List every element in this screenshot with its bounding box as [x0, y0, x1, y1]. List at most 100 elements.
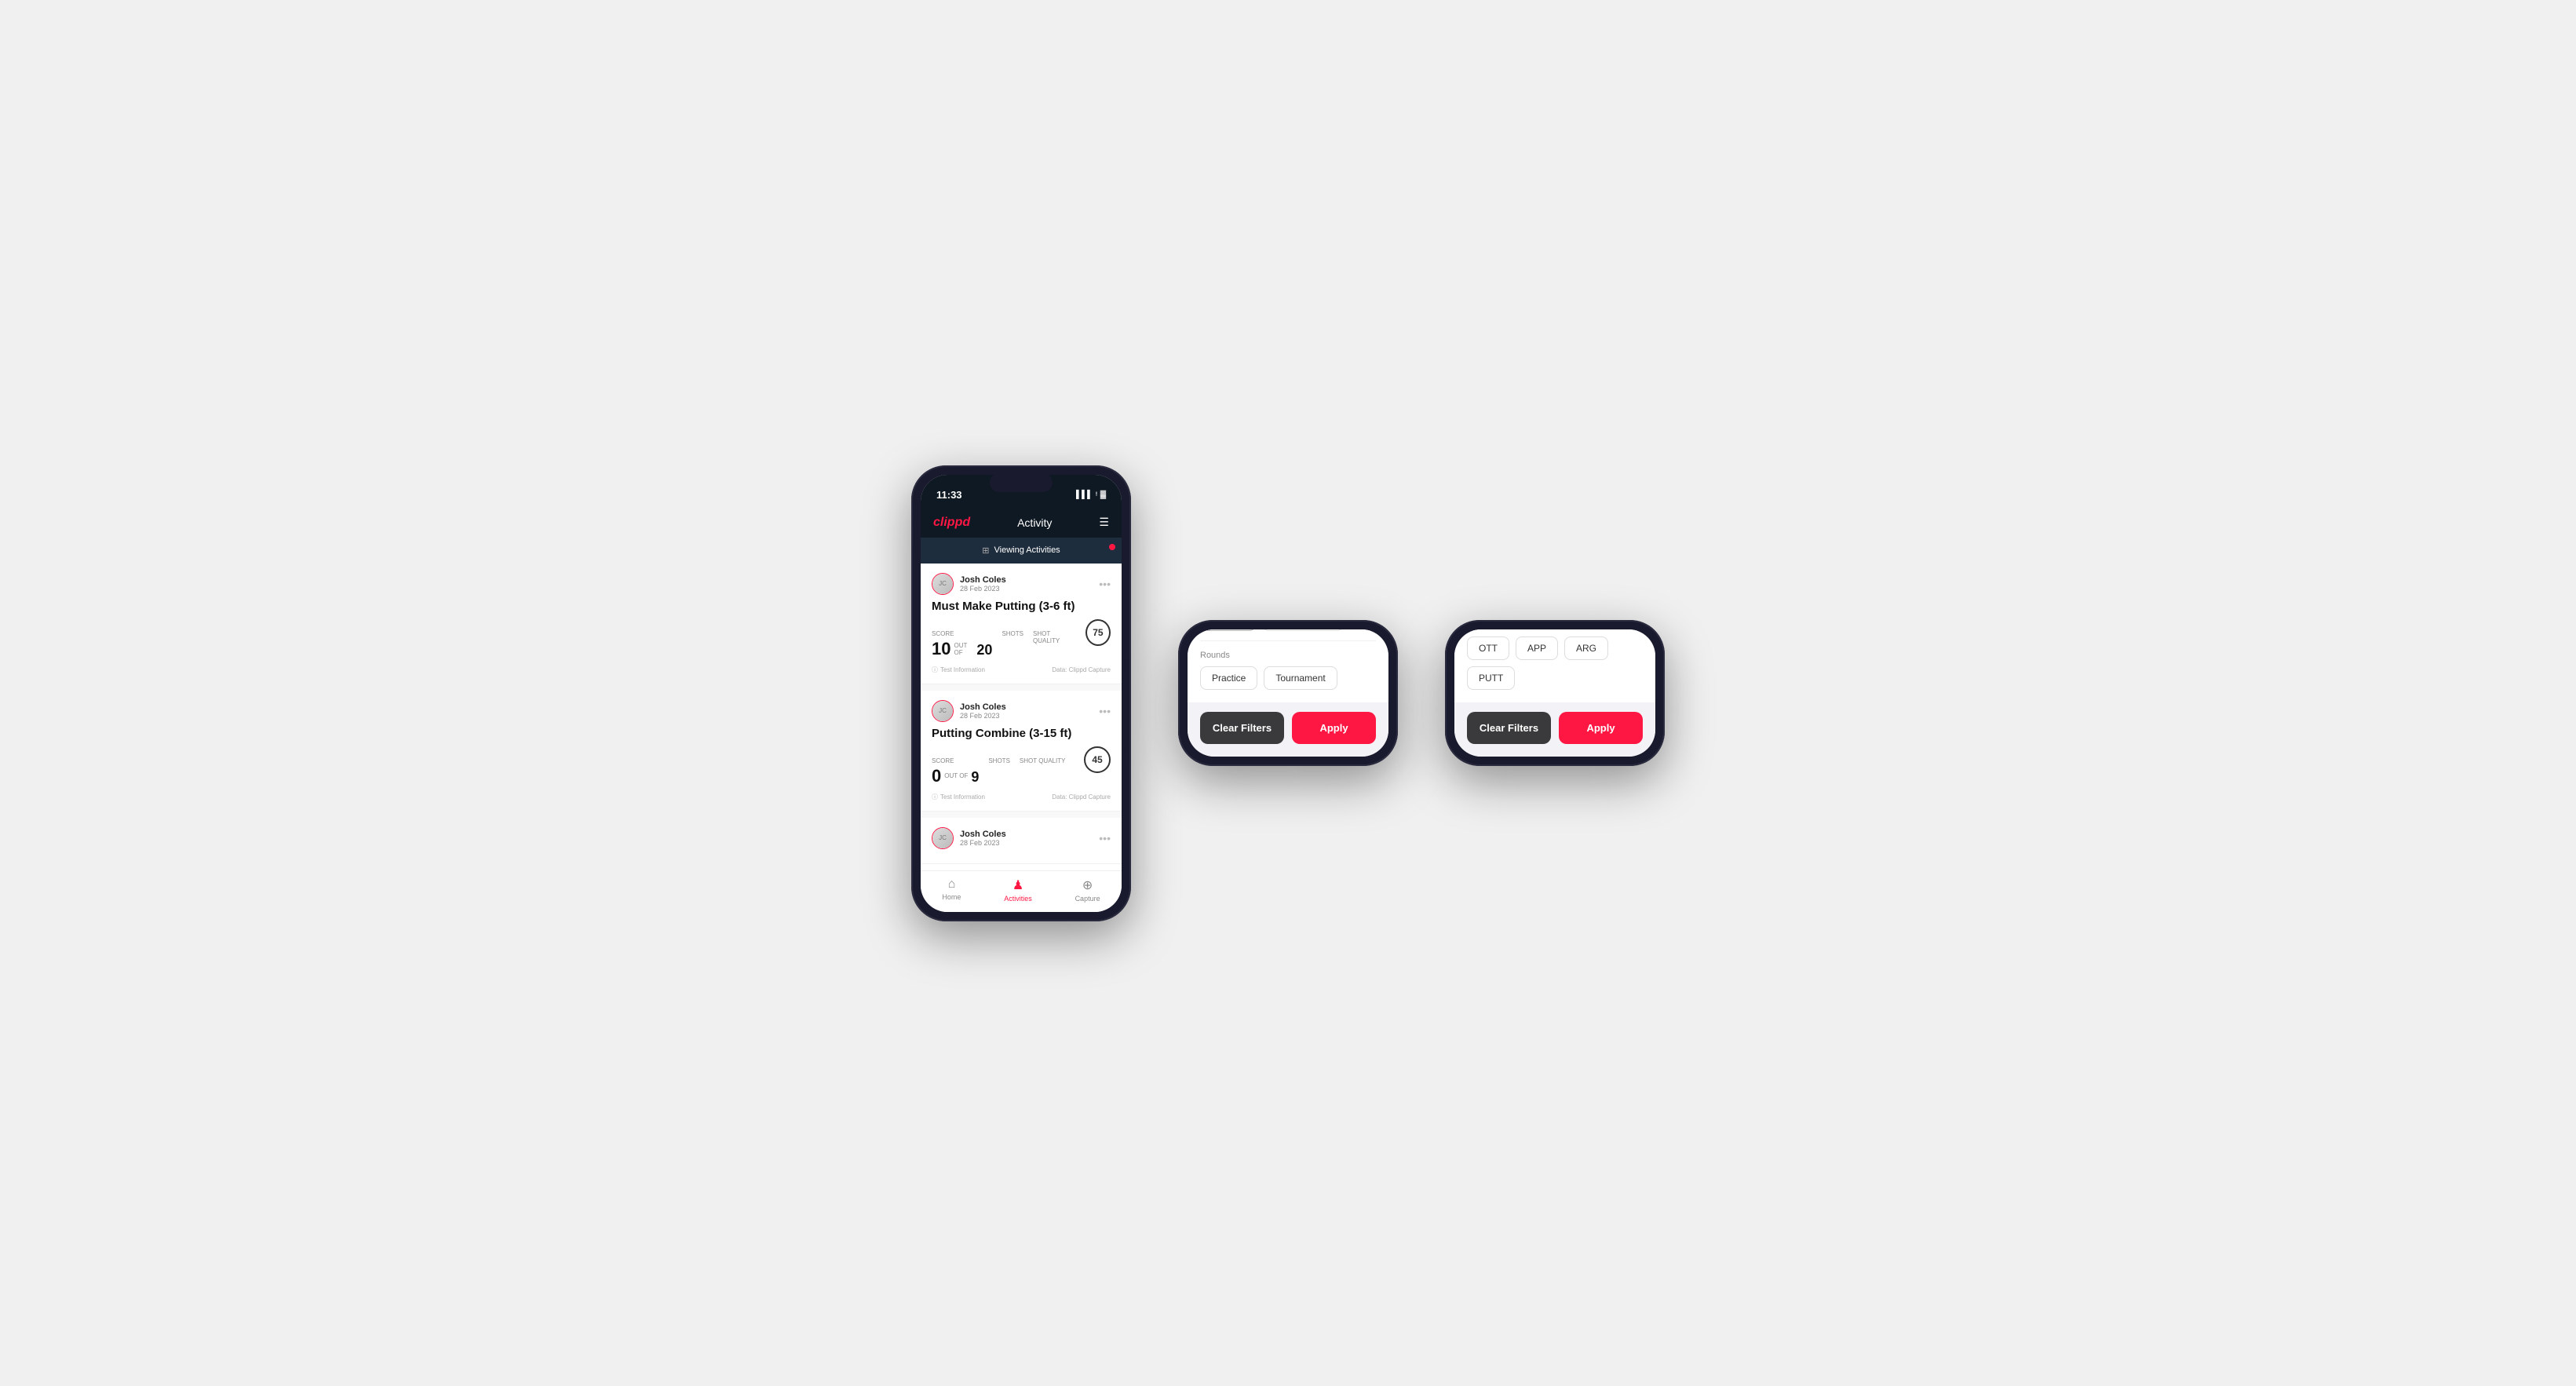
filter-modal-3: Filter ✕ Show Rounds Practice Drills Pra…: [1454, 629, 1655, 757]
activity-card-2: JC Josh Coles 28 Feb 2023 ••• Putting Co…: [921, 691, 1122, 812]
more-dots-1[interactable]: •••: [1099, 578, 1111, 590]
filter-show-section-2: Show Rounds Practice Drills: [1188, 629, 1388, 640]
clear-filters-btn-3[interactable]: Clear Filters: [1467, 712, 1551, 744]
activities-label-1: Activities: [1004, 895, 1032, 903]
activities-icon-1: ♟: [1013, 877, 1023, 893]
app-btn-3[interactable]: APP: [1516, 636, 1558, 660]
user-info-1: JC Josh Coles 28 Feb 2023: [932, 573, 1006, 595]
practice-btn-2[interactable]: Practice: [1200, 666, 1257, 690]
out-of-text-2: OUT OF: [944, 772, 968, 779]
round-type-buttons-2: Practice Tournament: [1200, 666, 1376, 690]
filter-modal-2: Filter ✕ Show Rounds Practice Drills Rou…: [1188, 629, 1388, 757]
out-of-value-2: 9: [971, 769, 979, 786]
phone-2: 11:33 ▌▌▌ ᵎ ▓ clippd Activity ☰ ⊞ Viewin…: [1178, 620, 1398, 766]
out-of-text-1: OUT OF: [954, 642, 973, 656]
capture-label-1: Capture: [1075, 895, 1100, 903]
bottom-nav-1: ⌂ Home ♟ Activities ⊕ Capture: [921, 870, 1122, 912]
avatar-3: JC: [932, 827, 954, 849]
drills-section-label-3: Practice Drills: [1467, 629, 1643, 630]
avatar-1: JC: [932, 573, 954, 595]
tournament-btn-2[interactable]: Tournament: [1264, 666, 1337, 690]
phone-3: 11:33 ▌▌▌ ᵎ ▓ clippd Activity ☰ ⊞ Viewin…: [1445, 620, 1665, 766]
filter-body-2: Show Rounds Practice Drills Rounds Pract…: [1188, 629, 1388, 702]
filter-rounds-section-2: Rounds Practice Tournament: [1188, 641, 1388, 699]
menu-icon-1[interactable]: ☰: [1099, 516, 1109, 529]
nav-capture-1[interactable]: ⊕ Capture: [1075, 877, 1100, 903]
ott-btn-3[interactable]: OTT: [1467, 636, 1509, 660]
status-time-1: 11:33: [936, 489, 962, 501]
phone-1: 11:33 ▌▌▌ ᵎ ▓ clippd Activity ☰ ⊞ Viewin…: [911, 465, 1131, 921]
score-value-2: 0: [932, 766, 941, 786]
stat-group-shots-1: Shots: [1002, 630, 1023, 639]
stat-group-score-1: Score 10 OUT OF 20: [932, 630, 992, 659]
nav-activities-1[interactable]: ♟ Activities: [1004, 877, 1032, 903]
nav-home-1[interactable]: ⌂ Home: [942, 877, 961, 903]
rounds-btn-2[interactable]: Rounds: [1200, 629, 1256, 631]
dynamic-island: [990, 473, 1053, 492]
card-footer-1: ⓘ Test Information Data: Clippd Capture: [932, 666, 1111, 674]
modal-footer-3: Clear Filters Apply: [1454, 702, 1655, 744]
filter-drills-section-3: Practice Drills OTT APP ARG PUTT: [1454, 629, 1655, 699]
avatar-2: JC: [932, 700, 954, 722]
activities-list: JC Josh Coles 28 Feb 2023 ••• Must Make …: [921, 564, 1122, 864]
battery-icon: ▓: [1100, 491, 1106, 499]
shots-label-1: Shots: [1002, 630, 1023, 637]
home-label-1: Home: [942, 893, 961, 901]
apply-btn-3[interactable]: Apply: [1559, 712, 1643, 744]
filter-body-3: Show Rounds Practice Drills Practice Dri…: [1454, 629, 1655, 702]
signal-icon: ▌▌▌: [1076, 491, 1093, 499]
card-header-1: JC Josh Coles 28 Feb 2023 •••: [932, 573, 1111, 595]
user-date-3: 28 Feb 2023: [960, 839, 1006, 847]
data-source-2: Data: Clippd Capture: [1052, 793, 1111, 801]
activity-card-1: JC Josh Coles 28 Feb 2023 ••• Must Make …: [921, 564, 1122, 684]
score-label-1: Score: [932, 630, 992, 637]
viewing-bar-1[interactable]: ⊞ Viewing Activities: [921, 538, 1122, 564]
stat-group-score-2: Score 0 OUT OF 9: [932, 757, 979, 786]
quality-badge-1: 75: [1085, 619, 1111, 646]
quality-badge-2: 45: [1084, 746, 1111, 773]
shots-label-2: Shots: [988, 757, 1010, 764]
show-buttons-2: Rounds Practice Drills: [1200, 629, 1376, 631]
more-dots-2[interactable]: •••: [1099, 705, 1111, 717]
quality-label-2: Shot Quality: [1020, 757, 1066, 764]
app-header-1: clippd Activity ☰: [921, 509, 1122, 538]
viewing-bar-text-1: Viewing Activities: [994, 545, 1060, 555]
more-dots-3[interactable]: •••: [1099, 832, 1111, 844]
stat-group-quality-1: Shot Quality: [1033, 630, 1076, 646]
home-icon-1: ⌂: [948, 877, 956, 892]
user-info-3: JC Josh Coles 28 Feb 2023: [932, 827, 1006, 849]
filter-icon-1: ⊞: [982, 545, 989, 556]
apply-btn-2[interactable]: Apply: [1292, 712, 1376, 744]
user-name-3: Josh Coles: [960, 830, 1006, 839]
card-header-3: JC Josh Coles 28 Feb 2023 •••: [932, 827, 1111, 849]
user-name-1: Josh Coles: [960, 575, 1006, 585]
user-date-1: 28 Feb 2023: [960, 585, 1006, 593]
user-date-2: 28 Feb 2023: [960, 712, 1006, 720]
modal-footer-2: Clear Filters Apply: [1188, 702, 1388, 744]
test-info-2: ⓘ Test Information: [932, 793, 985, 801]
stats-row-2: Score 0 OUT OF 9 Shots Shot Quality: [932, 746, 1111, 786]
score-value-1: 10: [932, 639, 950, 659]
score-label-2: Score: [932, 757, 979, 764]
logo-1: clippd: [933, 516, 970, 530]
stat-group-quality-2: Shot Quality: [1020, 757, 1066, 766]
drill-type-buttons-3: OTT APP ARG PUTT: [1467, 636, 1643, 690]
clear-filters-btn-2[interactable]: Clear Filters: [1200, 712, 1284, 744]
scene: 11:33 ▌▌▌ ᵎ ▓ clippd Activity ☰ ⊞ Viewin…: [864, 418, 1712, 968]
phone-3-screen: 11:33 ▌▌▌ ᵎ ▓ clippd Activity ☰ ⊞ Viewin…: [1454, 629, 1655, 757]
practice-drills-btn-2[interactable]: Practice Drills: [1262, 629, 1343, 631]
activity-card-3: JC Josh Coles 28 Feb 2023 •••: [921, 818, 1122, 864]
card-header-2: JC Josh Coles 28 Feb 2023 •••: [932, 700, 1111, 722]
arg-btn-3[interactable]: ARG: [1564, 636, 1608, 660]
user-info-2: JC Josh Coles 28 Feb 2023: [932, 700, 1006, 722]
viewing-dot-1: [1109, 544, 1115, 550]
phone-2-screen: 11:33 ▌▌▌ ᵎ ▓ clippd Activity ☰ ⊞ Viewin…: [1188, 629, 1388, 757]
card-footer-2: ⓘ Test Information Data: Clippd Capture: [932, 793, 1111, 801]
stat-group-shots-2: Shots: [988, 757, 1010, 766]
activity-title-1: Must Make Putting (3-6 ft): [932, 600, 1111, 613]
putt-btn-3[interactable]: PUTT: [1467, 666, 1515, 690]
user-name-2: Josh Coles: [960, 702, 1006, 712]
capture-icon-1: ⊕: [1082, 877, 1093, 893]
quality-label-1: Shot Quality: [1033, 630, 1076, 644]
out-of-value-1: 20: [976, 642, 992, 658]
